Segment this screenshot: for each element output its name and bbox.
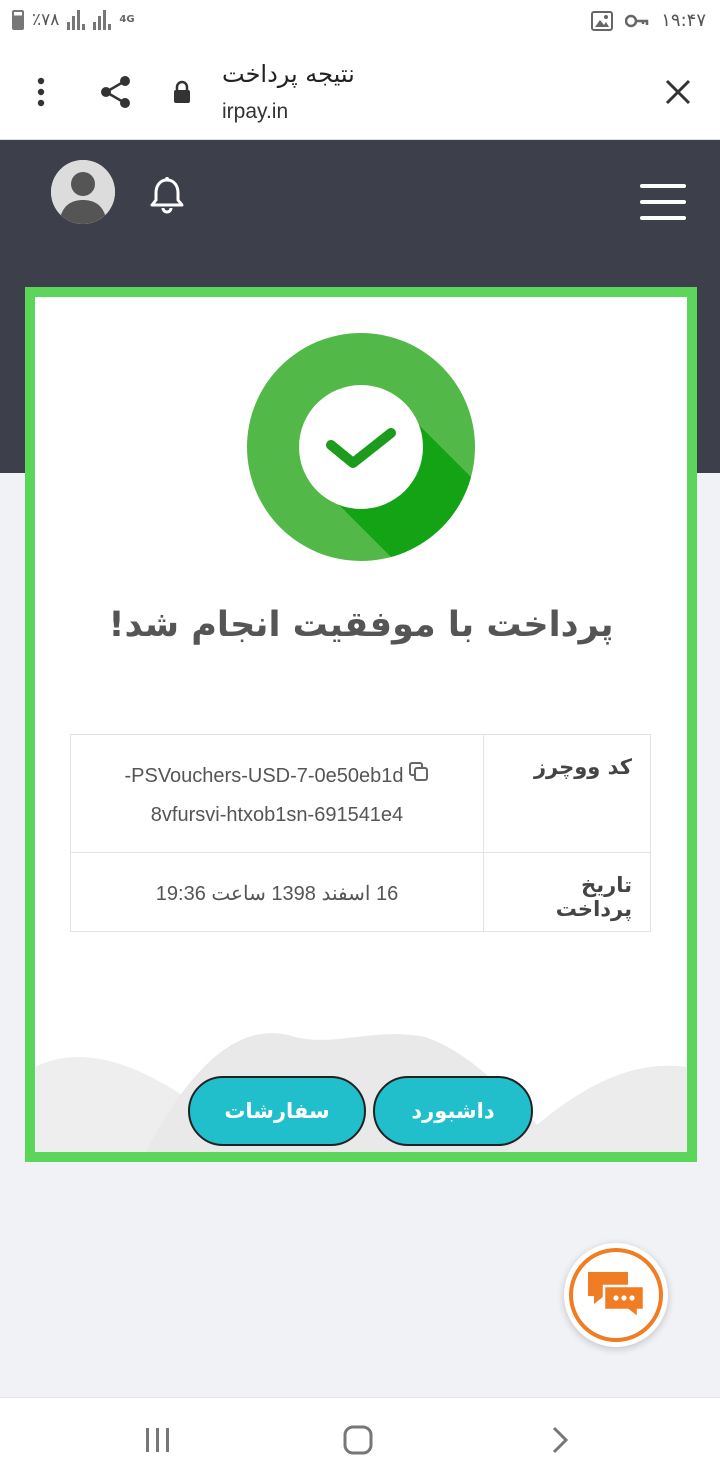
gallery-icon: [591, 10, 614, 31]
vpn-key-icon: [625, 14, 649, 27]
chat-icon: [569, 1248, 663, 1342]
signal-icon: [67, 10, 86, 30]
back-icon[interactable]: [540, 1422, 580, 1458]
copy-icon[interactable]: [408, 758, 430, 796]
lock-icon: [162, 72, 202, 112]
page-title: نتیجه پرداخت: [222, 60, 355, 88]
battery-icon: [12, 10, 24, 30]
chat-button[interactable]: [564, 1243, 668, 1347]
share-icon[interactable]: [96, 72, 136, 112]
table-row: کد ووچرز PSVouchers-USD-7-0e50eb1d- 8vfu…: [70, 734, 651, 853]
hamburger-menu-icon[interactable]: [640, 184, 686, 220]
browser-toolbar: نتیجه پرداخت irpay.in: [0, 44, 720, 140]
mountains-decoration: [35, 1033, 687, 1152]
bell-icon[interactable]: [146, 174, 188, 216]
orders-button[interactable]: سفارشات: [188, 1076, 366, 1146]
avatar[interactable]: [51, 160, 115, 224]
more-vert-icon[interactable]: [21, 72, 61, 112]
network-type: 4G: [119, 14, 135, 25]
payment-result-card: پرداخت با موفقیت انجام شد! کد ووچرز PSVo…: [25, 287, 697, 1162]
system-nav-bar: [0, 1397, 720, 1480]
url-text[interactable]: irpay.in: [222, 100, 288, 124]
table-row: تاریخ پرداخت 16 اسفند 1398 ساعت 19:36: [70, 851, 651, 932]
battery-level: ٪۷۸: [32, 10, 60, 30]
voucher-code-line2: 8vfursvi-htxob1sn-691541e4: [150, 803, 404, 826]
payment-date-value: 16 اسفند 1398 ساعت 19:36: [70, 851, 484, 932]
status-bar: ٪۷۸ 4G ۱۹:۴۷: [0, 0, 720, 44]
voucher-code-label: کد ووچرز: [483, 734, 651, 853]
signal-icon-2: [93, 10, 112, 30]
success-headline: پرداخت با موفقیت انجام شد!: [108, 605, 614, 645]
payment-info-table: کد ووچرز PSVouchers-USD-7-0e50eb1d- 8vfu…: [70, 734, 651, 932]
clock: ۱۹:۴۷: [661, 10, 706, 31]
close-icon[interactable]: [658, 72, 698, 112]
dashboard-button[interactable]: داشبورد: [373, 1076, 533, 1146]
voucher-code-line1: PSVouchers-USD-7-0e50eb1d-: [124, 765, 404, 787]
home-icon[interactable]: [338, 1422, 378, 1458]
payment-date-label: تاریخ پرداخت: [483, 851, 651, 932]
success-check-icon: [247, 333, 475, 561]
voucher-code-value[interactable]: PSVouchers-USD-7-0e50eb1d- 8vfursvi-htxo…: [70, 734, 484, 853]
recents-icon[interactable]: [138, 1422, 178, 1458]
